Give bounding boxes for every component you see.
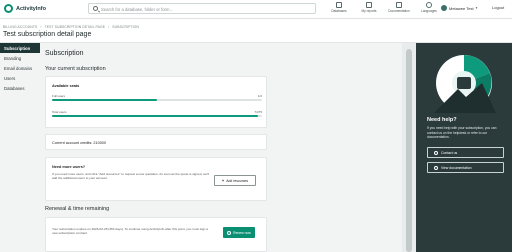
- progress-fill: [52, 99, 157, 101]
- plus-icon: +: [221, 178, 225, 183]
- need-more-description: If you need more users, and click "Add r…: [52, 172, 210, 181]
- help-panel: Need help? If you need help with your su…: [416, 43, 512, 252]
- contact-us-button[interactable]: Contact us: [427, 147, 504, 158]
- main-content: Subscription Your current subscription A…: [40, 43, 402, 252]
- logout-link[interactable]: Logout: [492, 5, 504, 10]
- avatar: [441, 5, 447, 11]
- nav-my-reports[interactable]: My reports: [354, 2, 384, 13]
- account-credits: Current account credits: 210000: [52, 141, 107, 145]
- top-bar: ActivityInfo Databases My reports Docume…: [0, 0, 512, 19]
- breadcrumb-separator: ›: [108, 25, 110, 29]
- section-heading: Subscription: [45, 50, 84, 57]
- sidebar-item-subscription[interactable]: Subscription: [0, 43, 40, 53]
- chevron-down-icon: ▾: [475, 6, 478, 10]
- logo-icon: [4, 4, 13, 13]
- app-logo[interactable]: ActivityInfo: [4, 4, 46, 13]
- renewal-heading: Renewal & time remaining: [45, 206, 110, 212]
- seats-title: Available seats: [52, 84, 80, 88]
- scrollbar[interactable]: [402, 43, 416, 252]
- renew-now-button[interactable]: Renew now: [223, 227, 255, 238]
- search-input[interactable]: [101, 5, 301, 13]
- breadcrumb-item[interactable]: BILLING ACCOUNTS: [3, 25, 37, 29]
- sidebar-item-branding[interactable]: Branding: [0, 53, 40, 63]
- breadcrumb-item[interactable]: TEST SUBSCRIPTION DETAIL PAGE: [45, 25, 105, 29]
- sidebar-item-users[interactable]: Users: [0, 73, 40, 83]
- progress-bar: [52, 115, 262, 117]
- nav-languages[interactable]: Languages: [414, 2, 444, 13]
- app-name: ActivityInfo: [16, 5, 46, 12]
- breadcrumb-item: SUBSCRIPTION: [112, 25, 139, 29]
- renewal-card: Your subscription expires on 2026-02-28 …: [45, 217, 267, 252]
- add-resources-label: Add resources: [226, 178, 249, 183]
- need-more-users-card: Need more users? If you need more users,…: [45, 157, 267, 201]
- seat-label: Total users: [52, 110, 67, 114]
- add-resources-button[interactable]: + Add resources: [214, 175, 256, 186]
- help-title: Need help?: [427, 117, 457, 123]
- help-description: If you need help with your subscription,…: [427, 126, 497, 139]
- nav-databases[interactable]: Databases: [324, 2, 354, 13]
- sidebar-item-databases[interactable]: Databases: [0, 83, 40, 93]
- breadcrumb-separator: ›: [40, 25, 42, 29]
- breadcrumb: BILLING ACCOUNTS › TEST SUBSCRIPTION DETAI…: [3, 25, 139, 29]
- sidebar: Subscription Branding Email domains User…: [0, 43, 40, 252]
- progress-fill: [52, 115, 258, 117]
- search-icon: [93, 6, 98, 11]
- refresh-icon: [227, 230, 232, 235]
- credits-card: Current account credits: 210000: [45, 134, 267, 150]
- page-title: Test subscription detail page: [3, 31, 92, 38]
- view-documentation-label: View documentation: [441, 165, 472, 170]
- seat-value: 1/2: [257, 94, 262, 98]
- seat-label: Full users: [52, 94, 66, 98]
- progress-bar: [52, 99, 262, 101]
- current-subscription-heading: Your current subscription: [45, 66, 106, 72]
- user-menu[interactable]: Metawee Test ▾: [441, 5, 477, 11]
- nav-documentation[interactable]: Documentation: [384, 2, 414, 13]
- documentation-icon: [396, 2, 402, 8]
- contact-us-label: Contact us: [441, 150, 458, 155]
- language-icon: [426, 2, 432, 8]
- view-documentation-button[interactable]: View documentation: [427, 162, 504, 173]
- contact-icon: [434, 150, 438, 155]
- search-box[interactable]: [88, 3, 316, 14]
- database-icon: [336, 2, 342, 8]
- help-illustration: [434, 55, 496, 113]
- renew-now-label: Renew now: [233, 230, 251, 235]
- seats-card: Available seats Full users 1/2 Total use…: [45, 76, 267, 128]
- renewal-description: Your subscription expires on 2026-02-28 …: [52, 227, 208, 236]
- seat-value: 74/75: [254, 110, 262, 114]
- scrollbar-thumb[interactable]: [406, 49, 412, 252]
- documentation-icon: [434, 165, 438, 170]
- page-header: BILLING ACCOUNTS › TEST SUBSCRIPTION DETAI…: [0, 19, 512, 43]
- reports-icon: [366, 2, 372, 8]
- user-name: Metawee Test: [449, 5, 474, 11]
- need-more-title: Need more users?: [52, 165, 86, 169]
- sidebar-item-email-domains[interactable]: Email domains: [0, 63, 40, 73]
- top-nav: Databases My reports Documentation Langu…: [324, 2, 444, 13]
